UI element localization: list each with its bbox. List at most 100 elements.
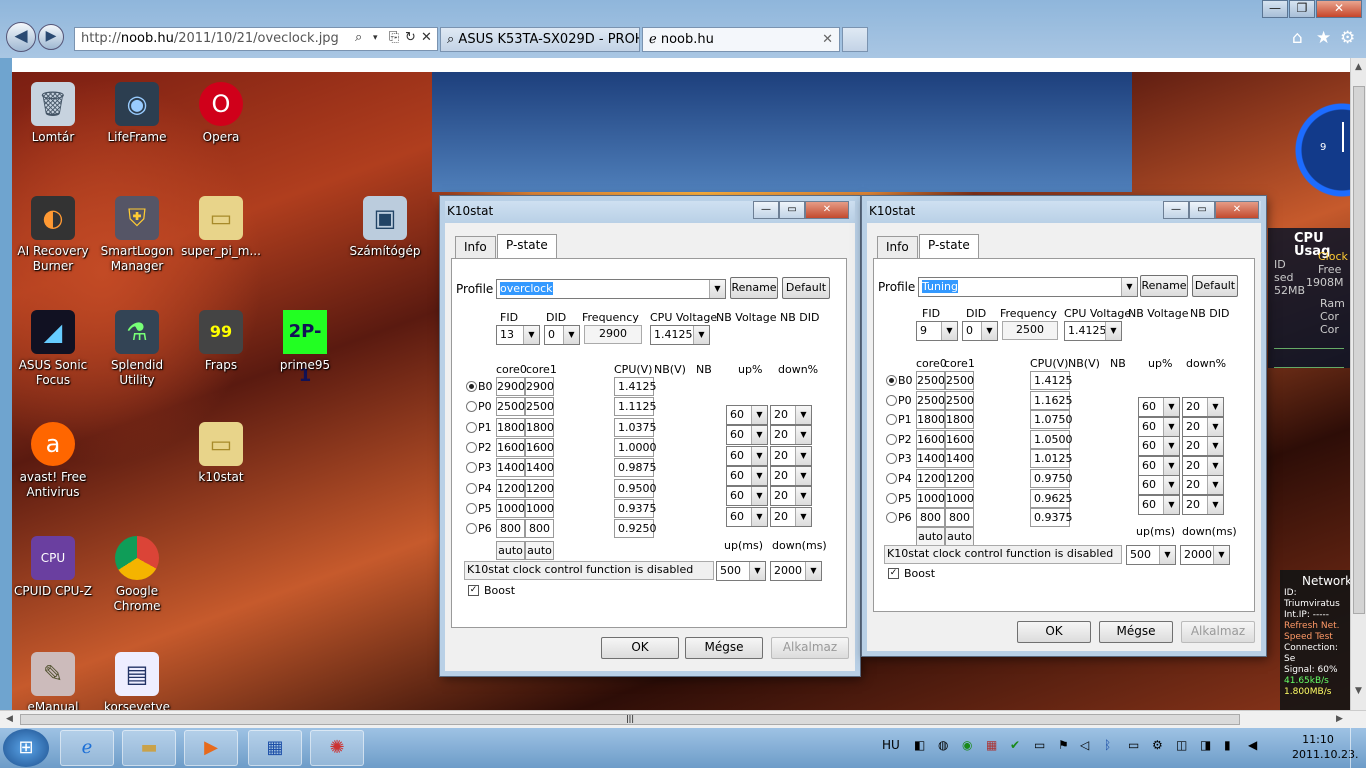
cpu-voltage-cell[interactable]: 1.0500 — [1030, 430, 1073, 449]
default-button[interactable]: Default — [782, 277, 830, 299]
pstate-radio-b0[interactable] — [886, 375, 897, 386]
core0-cell[interactable]: 1200 — [916, 469, 945, 488]
cpu-voltage-cell[interactable]: 0.9375 — [614, 499, 657, 518]
computer-shortcut[interactable]: ▣ Számítógép — [344, 196, 426, 259]
did-select[interactable]: 0 ▼ — [962, 321, 998, 341]
rename-button[interactable]: Rename — [730, 277, 778, 299]
core1-cell[interactable]: 1600 — [525, 438, 554, 457]
upms-select[interactable]: 500 ▼ — [716, 561, 766, 581]
down-pct-select[interactable]: 20 ▼ — [1182, 475, 1224, 495]
pstate-radio-p0[interactable] — [466, 401, 477, 412]
up-pct-select[interactable]: 60 ▼ — [1138, 436, 1180, 456]
down-pct-select[interactable]: 20 ▼ — [770, 466, 812, 486]
core1-cell[interactable]: 2500 — [525, 397, 554, 416]
did-select[interactable]: 0 ▼ — [544, 325, 580, 345]
core0-cell[interactable]: 2500 — [496, 397, 525, 416]
show-desktop-button[interactable] — [1350, 728, 1366, 768]
core1-cell[interactable]: 1400 — [525, 458, 554, 477]
cancel-button[interactable]: Mégse — [1099, 621, 1173, 643]
down-pct-select[interactable]: 20 ▼ — [1182, 436, 1224, 456]
pstate-radio-p6[interactable] — [466, 523, 477, 534]
up-pct-select[interactable]: 60 ▼ — [1138, 397, 1180, 417]
pstate-radio-b0[interactable] — [466, 381, 477, 392]
network-signal-icon[interactable]: ▮ — [1224, 738, 1231, 752]
core1-cell[interactable]: 1200 — [945, 469, 974, 488]
apply-button[interactable]: Alkalmaz — [771, 637, 849, 659]
volume-icon[interactable]: ◁ — [1080, 738, 1089, 752]
tab-noob[interactable]: ℯ noob.hu ✕ — [642, 27, 840, 52]
core0-cell[interactable]: 2500 — [916, 371, 945, 390]
down-pct-select[interactable]: 20 ▼ — [1182, 397, 1224, 417]
close-tab-icon[interactable]: ✕ — [822, 32, 833, 47]
core0-cell[interactable]: 1400 — [496, 458, 525, 477]
ok-button[interactable]: OK — [1017, 621, 1091, 643]
tab-info[interactable]: Info — [455, 236, 496, 258]
favorites-star-icon[interactable]: ★ — [1316, 28, 1331, 48]
minimize-button[interactable]: — — [1262, 0, 1288, 18]
core0-cell[interactable]: 1400 — [916, 449, 945, 468]
tray-icon-1[interactable]: ◧ — [914, 738, 925, 752]
stop-icon[interactable]: ✕ — [421, 30, 432, 45]
taskbar-explorer[interactable]: ▬ — [122, 730, 176, 766]
pstate-radio-p2[interactable] — [466, 442, 477, 453]
pstate-radio-p2[interactable] — [886, 434, 897, 445]
tab-pstate[interactable]: P-state — [919, 234, 979, 259]
up-pct-select[interactable]: 60 ▼ — [726, 466, 768, 486]
tray-icon-6[interactable]: ▭ — [1034, 738, 1045, 752]
cpu-voltage-cell[interactable]: 1.0000 — [614, 438, 657, 457]
pstate-radio-p3[interactable] — [466, 462, 477, 473]
search-icon[interactable]: ⌕ — [355, 30, 362, 45]
scroll-down-icon[interactable]: ▼ — [1355, 686, 1362, 696]
apply-button[interactable]: Alkalmaz — [1181, 621, 1255, 643]
cpu-voltage-cell[interactable]: 1.4125 — [1030, 371, 1073, 390]
cpu-voltage-cell[interactable]: 1.1125 — [614, 397, 657, 416]
super-pi-folder[interactable]: ▭ super_pi_m... — [180, 196, 262, 259]
down-pct-select[interactable]: 20 ▼ — [770, 486, 812, 506]
language-indicator[interactable]: HU — [882, 738, 900, 752]
core0-cell[interactable]: 1000 — [496, 499, 525, 518]
pstate-radio-p1[interactable] — [466, 422, 477, 433]
boost-checkbox[interactable]: ✓ — [468, 585, 479, 596]
scroll-thumb[interactable]: ||| — [20, 714, 1240, 725]
up-pct-select[interactable]: 60 ▼ — [726, 507, 768, 527]
fid-select[interactable]: 13 ▼ — [496, 325, 540, 345]
tray-icon-8[interactable]: ◫ — [1176, 738, 1187, 752]
emanual-shortcut[interactable]: ✎ eManual — [12, 652, 94, 710]
down-pct-select[interactable]: 20 ▼ — [1182, 495, 1224, 515]
pstate-radio-p1[interactable] — [886, 414, 897, 425]
core1-cell[interactable]: 1000 — [945, 489, 974, 508]
up-pct-select[interactable]: 60 ▼ — [726, 446, 768, 466]
action-center-flag-icon[interactable]: ⚑ — [1058, 738, 1069, 752]
up-pct-select[interactable]: 60 ▼ — [726, 405, 768, 425]
up-pct-select[interactable]: 60 ▼ — [726, 486, 768, 506]
maximize-button[interactable]: ❐ — [1289, 0, 1315, 18]
scroll-up-icon[interactable]: ▲ — [1355, 62, 1362, 72]
down-pct-select[interactable]: 20 ▼ — [1182, 456, 1224, 476]
avast-shortcut[interactable]: a avast! Free Antivirus — [12, 422, 94, 500]
close-button[interactable]: ✕ — [1316, 0, 1362, 18]
taskbar-k10stat[interactable]: ✺ — [310, 730, 364, 766]
core0-cell[interactable]: 1000 — [916, 489, 945, 508]
core1-cell[interactable]: 1800 — [945, 410, 974, 429]
smartlogon-shortcut[interactable]: ⛨ SmartLogon Manager — [96, 196, 178, 274]
boost-checkbox[interactable]: ✓ — [888, 568, 899, 579]
scroll-thumb[interactable] — [1353, 86, 1365, 614]
clock[interactable]: 11:10 2011.10.23. — [1292, 732, 1358, 762]
prime95-shortcut[interactable]: 2P-1 prime95 — [264, 310, 346, 386]
scroll-left-icon[interactable]: ◀ — [6, 714, 13, 724]
fid-select[interactable]: 9 ▼ — [916, 321, 958, 341]
core1-cell[interactable]: 2500 — [945, 371, 974, 390]
cpu-voltage-cell[interactable]: 0.9500 — [614, 479, 657, 498]
voltage-select[interactable]: 1.4125 ▼ — [1064, 321, 1122, 341]
fraps-shortcut[interactable]: 99 Fraps — [180, 310, 262, 373]
splendid-shortcut[interactable]: ⚗ Splendid Utility — [96, 310, 178, 388]
default-button[interactable]: Default — [1192, 275, 1238, 297]
up-pct-select[interactable]: 60 ▼ — [1138, 456, 1180, 476]
tray-icon-5[interactable]: ✔ — [1010, 738, 1020, 752]
core1-cell[interactable]: 1200 — [525, 479, 554, 498]
pstate-radio-p4[interactable] — [886, 473, 897, 484]
cpuz-shortcut[interactable]: CPU CPUID CPU-Z — [12, 536, 94, 599]
close-button[interactable]: ✕ — [1215, 201, 1259, 219]
vertical-scrollbar[interactable]: ▲ ▼ — [1350, 58, 1366, 710]
chrome-shortcut[interactable]: Google Chrome — [96, 536, 178, 614]
